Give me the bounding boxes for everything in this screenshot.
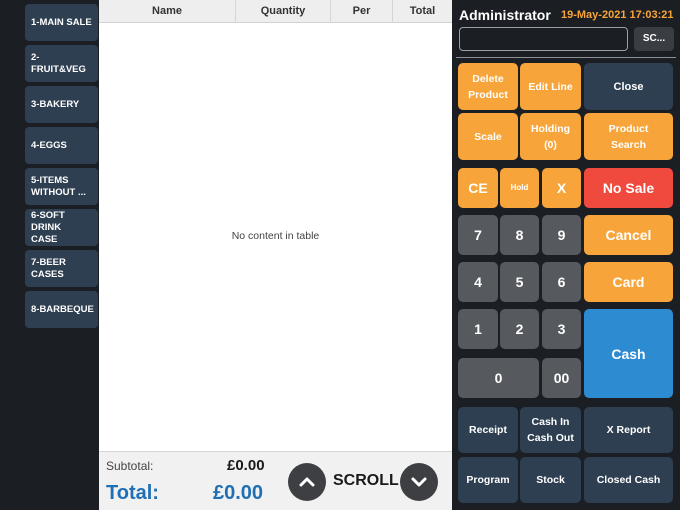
keypad-00[interactable]: 00: [542, 358, 581, 398]
user-name: Administrator: [459, 7, 551, 23]
delete-product-button[interactable]: Delete Product: [458, 63, 518, 110]
hold-button[interactable]: Hold: [500, 168, 539, 208]
keypad-6[interactable]: 6: [542, 262, 581, 302]
holding-button[interactable]: Holding (0): [520, 113, 581, 160]
datetime-display: 19-May-2021 17:03:21: [561, 9, 674, 21]
ce-button[interactable]: CE: [458, 168, 498, 208]
empty-table-message: No content in table: [231, 230, 320, 242]
chevron-down-icon: [411, 477, 427, 487]
program-button[interactable]: Program: [458, 457, 518, 503]
column-header-name[interactable]: Name: [99, 0, 236, 23]
scroll-label: SCROLL: [333, 472, 399, 489]
column-header-per[interactable]: Per: [331, 0, 393, 23]
column-header-total[interactable]: Total: [393, 0, 452, 23]
receipt-button[interactable]: Receipt: [458, 407, 518, 453]
keypad-3[interactable]: 3: [542, 309, 581, 349]
card-button[interactable]: Card: [584, 262, 673, 302]
keypad-0[interactable]: 0: [458, 358, 539, 398]
keypad-4[interactable]: 4: [458, 262, 498, 302]
closed-cash-button[interactable]: Closed Cash: [584, 457, 673, 503]
x-button[interactable]: X: [542, 168, 581, 208]
keypad-1[interactable]: 1: [458, 309, 498, 349]
control-panel: Administrator 19-May-2021 17:03:21 SC...…: [452, 0, 680, 510]
divider: [456, 57, 676, 58]
keypad-2[interactable]: 2: [500, 309, 539, 349]
scale-button[interactable]: Scale: [458, 113, 518, 160]
keypad-9[interactable]: 9: [542, 215, 581, 255]
subtotal-value: £0.00: [227, 457, 265, 474]
product-search-button[interactable]: Product Search: [584, 113, 673, 160]
scroll-down-button[interactable]: [400, 463, 438, 501]
sc-button[interactable]: SC...: [634, 27, 674, 51]
category-items-without[interactable]: 5-ITEMS WITHOUT ...: [25, 168, 98, 205]
x-report-button[interactable]: X Report: [584, 407, 673, 453]
keypad-8[interactable]: 8: [500, 215, 539, 255]
column-header-quantity[interactable]: Quantity: [236, 0, 331, 23]
category-sidebar: 1-MAIN SALE 2-FRUIT&VEG 3-BAKERY 4-EGGS …: [0, 0, 99, 510]
sale-table: Name Quantity Per Total No content in ta…: [99, 0, 452, 510]
close-button[interactable]: Close: [584, 63, 673, 110]
table-header: Name Quantity Per Total: [99, 0, 452, 23]
category-main-sale[interactable]: 1-MAIN SALE: [25, 4, 98, 41]
edit-line-button[interactable]: Edit Line: [520, 63, 581, 110]
stock-button[interactable]: Stock: [520, 457, 581, 503]
category-bakery[interactable]: 3-BAKERY: [25, 86, 98, 123]
chevron-up-icon: [299, 477, 315, 487]
cash-in-out-button[interactable]: Cash In Cash Out: [520, 407, 581, 453]
category-barbeque[interactable]: 8-BARBEQUE: [25, 291, 98, 328]
scroll-up-button[interactable]: [288, 463, 326, 501]
keypad-5[interactable]: 5: [500, 262, 539, 302]
totals-footer: Subtotal: £0.00 Total: £0.00 SCROLL: [99, 451, 452, 510]
subtotal-label: Subtotal:: [106, 459, 154, 473]
category-soft-drink-case[interactable]: 6-SOFT DRINK CASE: [25, 209, 98, 246]
barcode-input[interactable]: [459, 27, 628, 51]
cash-button[interactable]: Cash: [584, 309, 673, 398]
total-label: Total:: [106, 482, 159, 504]
cancel-button[interactable]: Cancel: [584, 215, 673, 255]
category-beer-cases[interactable]: 7-BEER CASES: [25, 250, 98, 287]
keypad-7[interactable]: 7: [458, 215, 498, 255]
category-fruit-veg[interactable]: 2-FRUIT&VEG: [25, 45, 98, 82]
no-sale-button[interactable]: No Sale: [584, 168, 673, 208]
category-eggs[interactable]: 4-EGGS: [25, 127, 98, 164]
total-value: £0.00: [213, 482, 264, 504]
